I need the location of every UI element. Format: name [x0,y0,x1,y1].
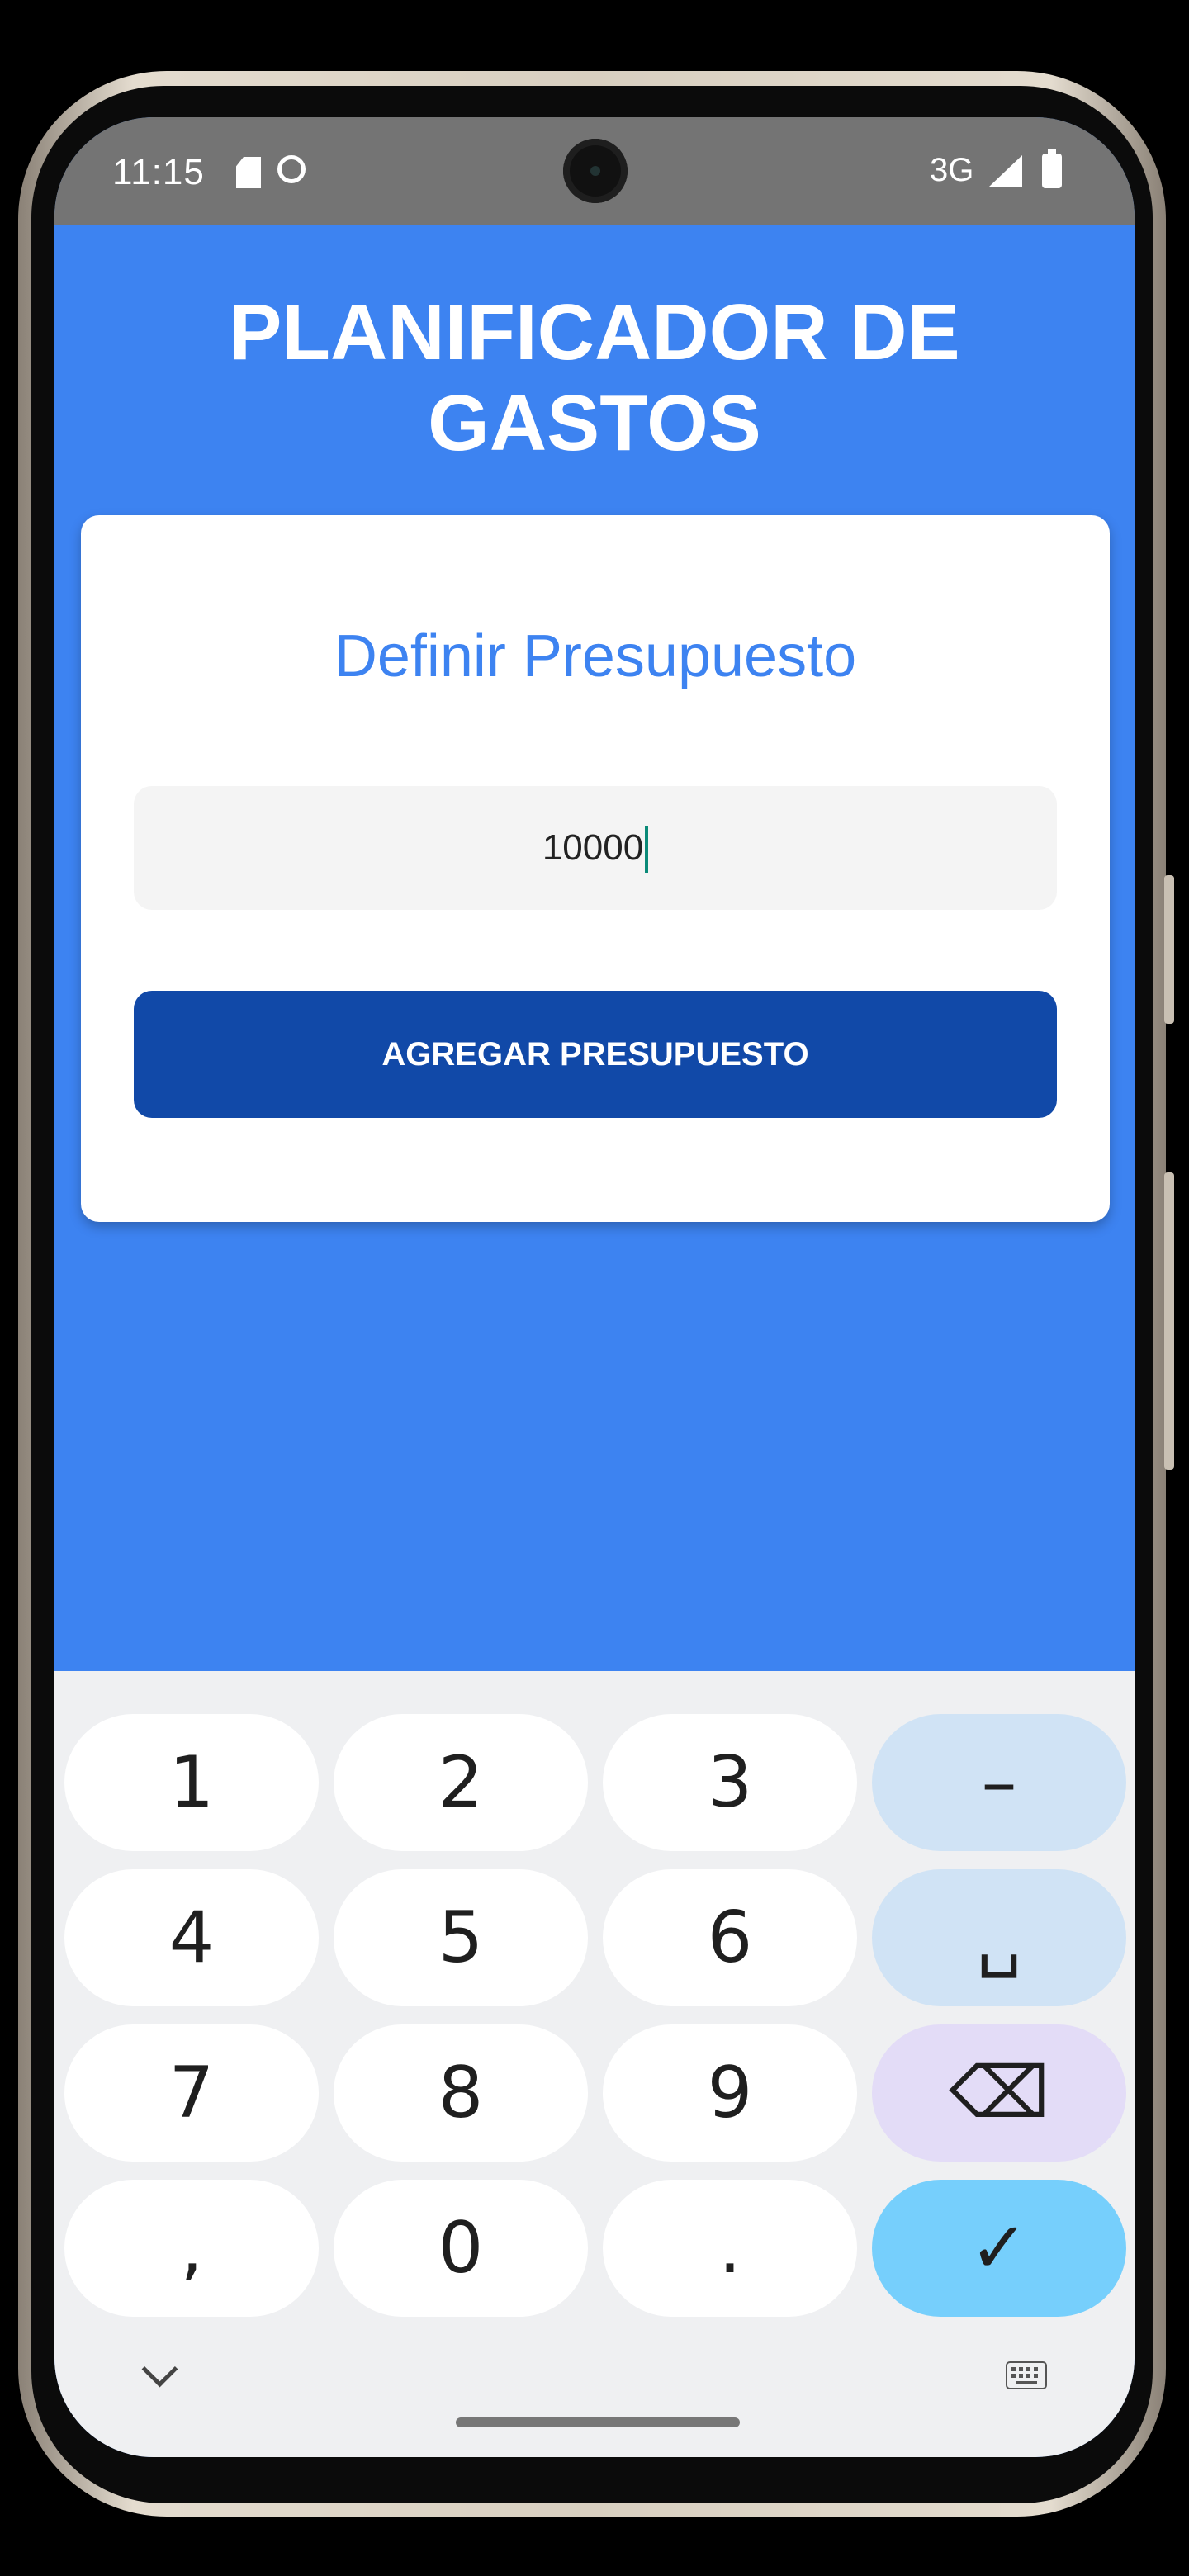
add-budget-button[interactable]: AGREGAR PRESUPUESTO [134,991,1057,1118]
key-period[interactable]: . [603,2180,857,2317]
key-comma[interactable]: , [64,2180,319,2317]
volume-button [1164,875,1174,1024]
key-minus[interactable]: – [872,1714,1126,1851]
key-4[interactable]: 4 [64,1869,319,2006]
key-backspace[interactable]: ⌫ [872,2024,1126,2162]
text-caret [645,826,649,874]
key-done[interactable]: ✓ [872,2180,1126,2317]
key-3[interactable]: 3 [603,1714,857,1851]
network-type: 3G [930,152,974,188]
key-2[interactable]: 2 [334,1714,588,1851]
chevron-down-icon[interactable] [141,2351,178,2388]
status-time: 11:15 [112,152,205,192]
key-7[interactable]: 7 [64,2024,319,2162]
key-space[interactable]: ␣ [872,1869,1126,2006]
budget-input[interactable]: 10000 [134,786,1057,910]
key-9[interactable]: 9 [603,2024,857,2162]
numeric-keyboard: 1 2 3 – 4 5 6 ␣ 7 8 9 ⌫ , 0 . ✓ [54,1671,1135,2457]
face-icon [277,155,306,183]
sd-card-icon [236,157,261,188]
card-title: Definir Presupuesto [334,623,857,689]
app-title: PLANIFICADOR DE GASTOS [229,288,960,467]
budget-card: Definir Presupuesto 10000 AGREGAR PRESUP… [81,515,1110,1222]
signal-icon [989,155,1022,187]
keyboard-icon[interactable] [1006,2361,1047,2389]
key-8[interactable]: 8 [334,2024,588,2162]
screen: 11:15 3G PLANIFICADOR DE GASTOS Definir … [54,117,1135,2457]
key-6[interactable]: 6 [603,1869,857,2006]
front-camera [563,139,628,203]
budget-input-value: 10000 [542,827,644,868]
key-5[interactable]: 5 [334,1869,588,2006]
key-1[interactable]: 1 [64,1714,319,1851]
home-indicator[interactable] [456,2417,740,2427]
power-button [1164,1172,1174,1470]
status-bar: 11:15 3G [54,117,1135,225]
key-0[interactable]: 0 [334,2180,588,2317]
battery-icon [1042,149,1062,188]
